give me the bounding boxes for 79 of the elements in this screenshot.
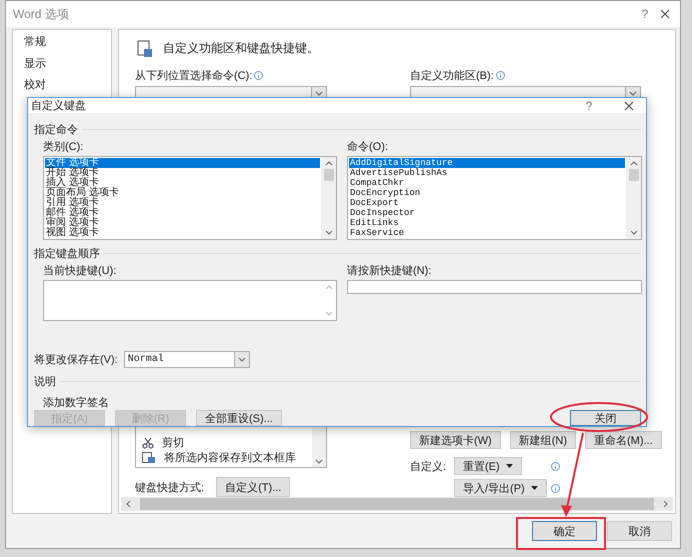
- triangle-down-icon: [530, 486, 538, 490]
- chevron-down-icon: [315, 459, 323, 466]
- list-item[interactable]: 邮件 选项卡: [45, 208, 320, 218]
- list-item[interactable]: 视图 选项卡: [45, 228, 320, 238]
- ribbon-button[interactable]: 新建组(N): [510, 431, 576, 450]
- help-button[interactable]: ?: [630, 7, 660, 22]
- list-item[interactable]: FaxService: [349, 228, 625, 238]
- field-label: 自定义:: [410, 460, 446, 474]
- info-icon: [254, 71, 264, 80]
- ok-button[interactable]: 确定: [532, 521, 597, 542]
- field-label: 从下列位置选择命令(C):: [135, 68, 327, 84]
- field-label: 当前快捷键(U):: [43, 264, 118, 278]
- dialog-button[interactable]: 全部重设(S)...: [196, 410, 282, 426]
- list-item[interactable]: CompatChkr: [349, 178, 625, 188]
- dialog-title: 自定义键盘: [31, 98, 87, 113]
- triangle-down-icon: [506, 464, 513, 468]
- info-icon: [550, 462, 560, 471]
- list-item[interactable]: DocEncryption: [349, 188, 625, 198]
- document-icon: [142, 452, 156, 464]
- list-item[interactable]: 剪切: [162, 435, 184, 450]
- scrollbar[interactable]: [321, 157, 336, 239]
- chevron-down-icon: [629, 91, 637, 98]
- scroll-thumb[interactable]: [324, 169, 334, 181]
- list-item[interactable]: 页面布局 选项卡: [45, 188, 320, 198]
- info-icon: [496, 71, 505, 80]
- field-label: 请按新快捷键(N):: [347, 264, 432, 278]
- field-label: 命令(O):: [347, 140, 389, 154]
- group-label: 说明: [34, 375, 56, 389]
- list-item[interactable]: AddDigitalSignature: [349, 158, 625, 168]
- chevron-up-icon: [324, 160, 332, 166]
- chevron-down-icon: [324, 311, 332, 317]
- save-in-dropdown[interactable]: Normal: [124, 351, 250, 368]
- chevron-up-icon: [630, 160, 638, 166]
- group-label: 指定命令: [34, 122, 78, 137]
- field-label: 将更改保存在(V):: [34, 353, 118, 367]
- scroll-thumb[interactable]: [628, 169, 638, 181]
- close-icon[interactable]: [660, 9, 670, 20]
- scissors-icon: [142, 436, 154, 449]
- list-item[interactable]: 开始 选项卡: [45, 168, 320, 178]
- chevron-left-icon: [124, 501, 132, 508]
- reset-button[interactable]: 重置(E): [454, 457, 522, 476]
- field-label: 类别(C):: [43, 140, 84, 154]
- list-item[interactable]: 审阅 选项卡: [45, 218, 320, 228]
- group-label: 指定键盘顺序: [34, 246, 100, 261]
- chevron-down-icon: [324, 230, 332, 236]
- scrollbar[interactable]: [626, 157, 641, 239]
- customize-button[interactable]: 自定义(T)...: [216, 477, 290, 498]
- chevron-up-icon: [324, 284, 332, 290]
- description-text: 添加数字签名: [42, 396, 110, 410]
- list-item[interactable]: EditLinks: [349, 218, 625, 228]
- window-title: Word 选项: [13, 6, 70, 23]
- help-button[interactable]: ?: [574, 98, 604, 112]
- new-key-field[interactable]: [347, 280, 642, 294]
- field-label: 键盘快捷方式:: [135, 480, 204, 495]
- field-label: 自定义功能区(B):: [410, 68, 641, 84]
- section-title: 自定义功能区和键盘快捷键。: [163, 40, 319, 58]
- list-item[interactable]: 将所选内容保存到文本框库: [164, 450, 296, 466]
- list-item[interactable]: DocExport: [349, 198, 625, 208]
- current-keys-field[interactable]: [43, 280, 337, 321]
- sidebar-item[interactable]: 校对: [15, 74, 109, 96]
- dialog-button[interactable]: 关闭: [570, 410, 641, 426]
- ribbon-button[interactable]: 重命名(M)...: [585, 431, 662, 450]
- list-item[interactable]: DocInspector: [349, 208, 625, 218]
- list-item[interactable]: AdvertisePublishAs: [349, 168, 625, 178]
- sidebar-item[interactable]: 显示: [15, 52, 109, 74]
- ribbon-button[interactable]: 新建选项卡(W): [410, 431, 501, 450]
- chevron-down-icon: [238, 356, 246, 362]
- info-icon: [550, 484, 560, 493]
- horizontal-scrollbar[interactable]: [121, 497, 673, 512]
- keyboard-document-icon: [137, 40, 153, 58]
- cancel-button[interactable]: 取消: [607, 521, 672, 542]
- list-item[interactable]: 引用 选项卡: [45, 198, 320, 208]
- chevron-down-icon: [315, 91, 323, 98]
- import-export-button[interactable]: 导入/导出(P): [454, 479, 547, 498]
- chevron-right-icon: [662, 501, 670, 508]
- close-icon[interactable]: [624, 100, 634, 110]
- sidebar-item[interactable]: 常规: [15, 31, 109, 53]
- chevron-down-icon: [630, 230, 638, 236]
- list-item[interactable]: 插入 选项卡: [45, 178, 320, 188]
